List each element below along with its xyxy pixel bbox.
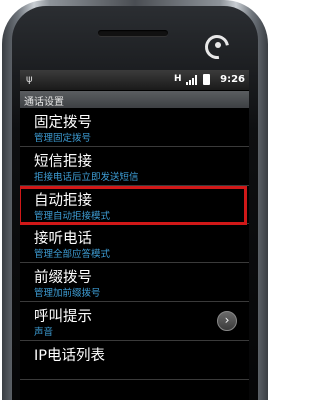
item-subtitle: 声音 — [34, 326, 54, 338]
usb-icon: ψ — [26, 74, 33, 85]
battery-icon — [203, 74, 210, 85]
page-title: 通话设置 — [24, 97, 64, 108]
setting-ip-call-list[interactable]: IP电话列表 — [20, 341, 249, 380]
signal-icon — [186, 75, 197, 85]
setting-sms-reject[interactable]: 短信拒接 拒接电话后立即发送短信 — [20, 147, 249, 186]
page-title-bar: 通话设置 — [20, 91, 249, 108]
clock: 9:26 — [220, 74, 245, 85]
chevron-right-icon[interactable]: › — [217, 310, 237, 331]
settings-list: 固定拨号 管理固定拨号 短信拒接 拒接电话后立即发送短信 自动拒接 管理自动拒接… — [20, 108, 249, 380]
item-title: 呼叫提示 — [34, 308, 92, 325]
item-subtitle: 管理加前缀拨号 — [34, 288, 101, 300]
item-subtitle: 管理自动拒接模式 — [34, 210, 111, 222]
speaker-grille — [98, 30, 168, 36]
network-type: H — [174, 74, 182, 84]
phone-photo: ψ H 9:26 通话设置 固定拨号 管理固定拨号 短信拒接 拒接电话后立即发送… — [0, 0, 271, 400]
screen: ψ H 9:26 通话设置 固定拨号 管理固定拨号 短信拒接 拒接电话后立即发送… — [20, 70, 249, 400]
setting-fixed-dialing[interactable]: 固定拨号 管理固定拨号 — [20, 108, 249, 147]
carrier-logo-dot — [215, 42, 221, 48]
item-subtitle: 管理固定拨号 — [34, 133, 92, 144]
item-title: 固定拨号 — [34, 115, 92, 131]
item-subtitle: 管理全部应答模式 — [34, 249, 111, 261]
setting-auto-reject[interactable]: 自动拒接 管理自动拒接模式 — [20, 185, 249, 225]
item-title: 自动拒接 — [34, 192, 92, 209]
item-title: 前缀拨号 — [34, 270, 92, 287]
item-subtitle: 拒接电话后立即发送短信 — [34, 171, 139, 183]
item-title: IP电话列表 — [34, 347, 106, 364]
status-bar: ψ H 9:26 — [20, 70, 249, 90]
item-title: 接听电话 — [34, 231, 92, 248]
setting-call-alert[interactable]: 呼叫提示 声音 › — [20, 302, 249, 341]
setting-answer-calls[interactable]: 接听电话 管理全部应答模式 — [20, 224, 249, 264]
setting-prefix-dialing[interactable]: 前缀拨号 管理加前缀拨号 — [20, 263, 249, 302]
item-title: 短信拒接 — [34, 153, 92, 170]
